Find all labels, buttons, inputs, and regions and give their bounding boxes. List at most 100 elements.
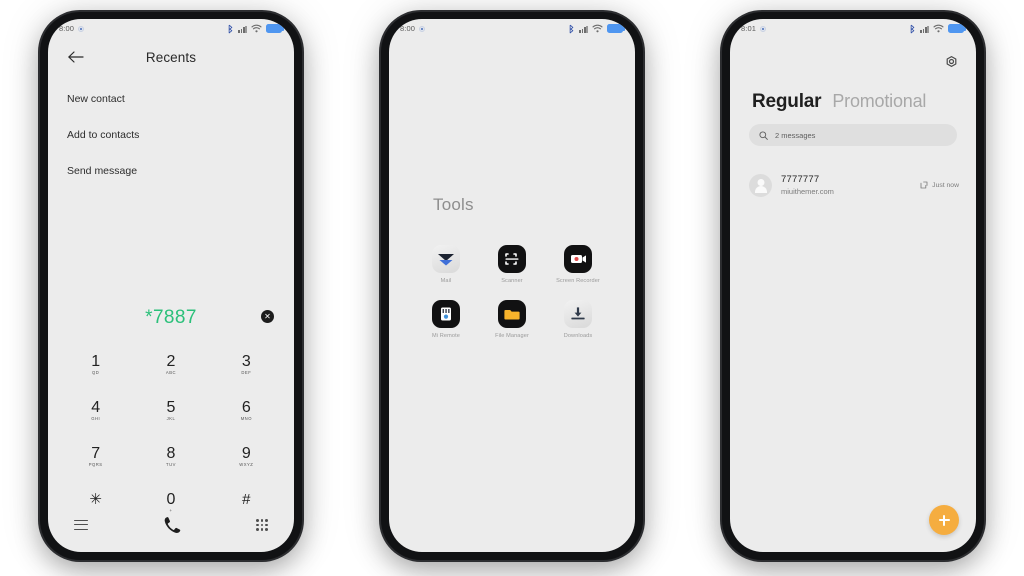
signal-icon [238,25,247,33]
signal-icon [920,25,929,33]
wifi-icon [251,24,262,33]
key-letters: WXYZ [239,461,254,467]
key-letters: DEF [241,369,252,375]
tab-regular[interactable]: Regular [752,91,822,113]
app-mi-remote[interactable]: Mi Remote [413,299,479,341]
avatar-body [754,186,767,193]
page-title: Recents [145,49,197,65]
phone-device-dialer: 8:00 Recents New contact Add to contacts… [40,12,302,560]
message-meta: Just now [920,181,959,189]
new-message-fab[interactable] [929,505,959,535]
status-bar-right [909,24,966,34]
app-label: File Manager [495,332,529,339]
app-mail[interactable]: Mail [413,245,479,286]
notification-dot-icon [419,25,425,32]
plus-icon-vertical [943,514,945,526]
menu-item-new-contact[interactable]: New contact [48,81,294,117]
status-time: 8:01 [741,24,756,33]
key-digit: 8 [166,444,176,462]
dialpad-key-2[interactable]: 2 ABC [133,341,208,387]
dialpad-key-8[interactable]: 8 TUV [133,433,208,479]
search-icon [759,130,768,140]
file-manager-icon [498,299,526,328]
dialpad-key-7[interactable]: 7 PQRS [58,433,133,479]
folder-title: Tools [433,195,474,214]
menu-item-add-to-contacts[interactable]: Add to contacts [48,117,294,153]
mail-icon [432,245,460,273]
status-bar-left: 8:00 [59,24,84,33]
key-letters: MNO [240,415,252,421]
dialpad-key-3[interactable]: 3 DEF [209,341,284,387]
status-time: 8:00 [400,24,415,33]
key-digit: 1 [91,352,101,370]
key-digit: 0 [166,490,176,508]
dialpad-key-9[interactable]: 9 WXYZ [209,433,284,479]
app-label: Scanner [501,278,523,284]
avatar-head [757,178,764,186]
phone-screen-messages: 8:01 Regular Promotional 2 messages 7777… [730,19,976,552]
phone-screen-tools: 8:00 Tools Mail Scanner Screen Recorder … [389,19,635,552]
keypad-grid-icon[interactable] [256,519,268,531]
dialer-action-menu: New contact Add to contacts Send message [48,81,294,189]
bluetooth-icon [910,24,915,33]
dialer-bottom-bar [48,508,294,542]
app-screen-recorder[interactable]: Screen Recorder [545,245,611,286]
app-label: Mi Remote [432,332,460,339]
battery-icon [948,24,966,33]
key-digit: 3 [241,352,251,370]
key-digit: 2 [166,352,176,370]
app-label: Mail [440,278,452,284]
key-digit: 9 [241,444,251,462]
scanner-icon [498,245,526,273]
message-tabs: Regular Promotional [752,91,926,113]
message-sender: 7777777 [781,174,820,185]
key-letters: ABC [165,369,177,375]
avatar [749,173,772,197]
status-bar: 8:01 [730,19,976,38]
sent-report-icon [920,181,928,189]
message-time: Just now [932,181,959,189]
clear-digit-button[interactable]: ✕ [261,310,274,323]
phone-device-messages: 8:01 Regular Promotional 2 messages 7777… [722,12,984,560]
gear-icon[interactable] [944,55,959,70]
key-digit: 4 [91,398,101,416]
list-item[interactable]: 7777777 miuithemer.com Just now [749,167,959,203]
dialpad-key-1[interactable]: 1 QD [58,341,133,387]
app-scanner[interactable]: Scanner [479,245,545,286]
menu-item-send-message[interactable]: Send message [48,153,294,189]
key-letters: PQRS [88,461,103,467]
phone-device-tools: 8:00 Tools Mail Scanner Screen Recorder … [381,12,643,560]
dialpad-key-6[interactable]: 6 MNO [209,387,284,433]
dialer-top-bar: Recents [48,38,294,76]
signal-icon [579,25,588,33]
bluetooth-icon [228,24,233,33]
notification-dot-icon [760,25,766,32]
phone-screen-dialer: 8:00 Recents New contact Add to contacts… [48,19,294,552]
dialed-number: *7887 [145,307,197,328]
search-input[interactable]: 2 messages [749,124,957,146]
bluetooth-icon [569,24,574,33]
key-letters: QD [92,369,100,375]
key-letters: GHI [91,415,101,421]
app-grid: Mail Scanner Screen Recorder Mi Remote F… [413,245,611,340]
dialpad: 1 QD 2 ABC 3 DEF 4 GHI 5 JKL 6 MNO 7 PQR… [58,341,284,525]
search-placeholder: 2 messages [775,130,816,140]
app-file-manager[interactable]: File Manager [479,299,545,341]
key-letters: JKL [166,415,176,421]
back-arrow-icon[interactable] [67,50,84,64]
status-bar: 8:00 [389,19,635,38]
hamburger-menu-icon[interactable] [74,519,88,531]
dialpad-key-5[interactable]: 5 JKL [133,387,208,433]
screen-recorder-icon [564,245,592,273]
dialpad-key-4[interactable]: 4 GHI [58,387,133,433]
downloads-icon [564,299,592,328]
battery-icon [266,24,284,33]
status-bar-left: 8:01 [741,24,766,33]
app-label: Downloads [563,332,593,339]
phone-call-icon[interactable] [162,515,183,536]
status-bar-left: 8:00 [400,24,425,33]
app-label: Screen Recorder [556,278,600,284]
app-downloads[interactable]: Downloads [545,299,611,341]
key-digit: ✳ [89,490,102,508]
tab-promotional[interactable]: Promotional [832,91,926,112]
